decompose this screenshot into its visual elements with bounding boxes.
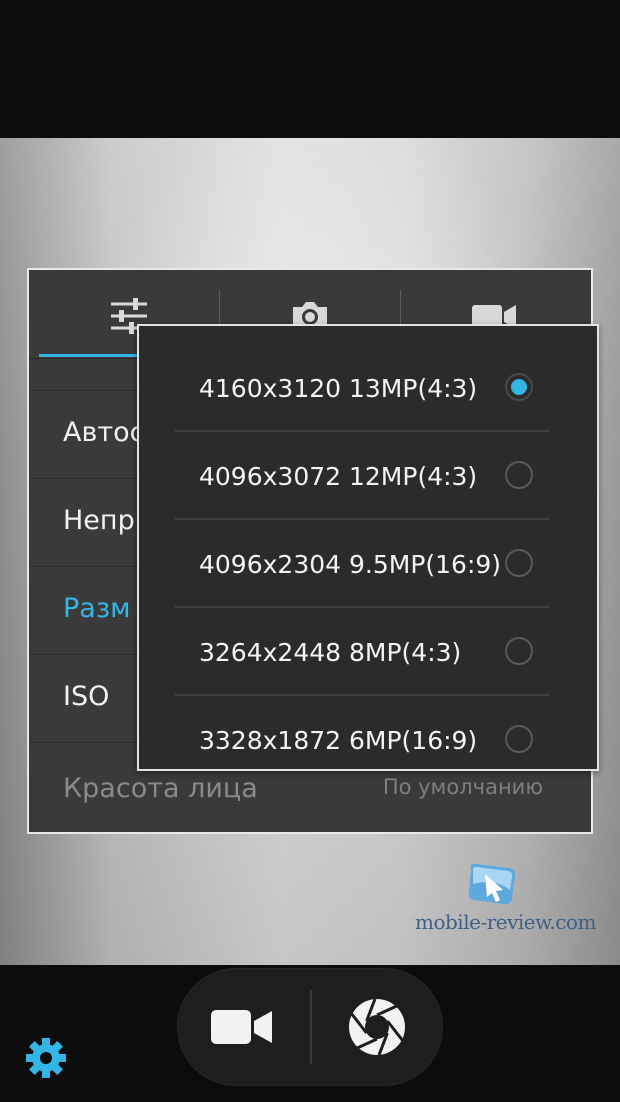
- resolution-option[interactable]: 3264x2448 8MP(4:3): [139, 608, 597, 696]
- watermark-text: mobile-review.com: [415, 910, 596, 934]
- mobile-review-logo-icon: [468, 863, 516, 905]
- shutter-button[interactable]: [312, 968, 443, 1086]
- video-camera-icon: [211, 1010, 272, 1044]
- setting-label: ISO: [63, 681, 110, 712]
- resolution-option[interactable]: 4160x3120 13MP(4:3): [139, 344, 597, 432]
- resolution-option-label: 4096x3072 12MP(4:3): [199, 462, 478, 491]
- setting-label: Красота лица: [63, 773, 258, 804]
- resolution-option-label: 3264x2448 8MP(4:3): [199, 638, 462, 667]
- record-video-button[interactable]: [177, 968, 310, 1086]
- top-bar: [0, 0, 620, 138]
- capture-controls: [177, 968, 443, 1086]
- resolution-option[interactable]: 3328x1872 6MP(16:9): [139, 696, 597, 769]
- settings-button[interactable]: [24, 1036, 68, 1080]
- radio-unselected[interactable]: [505, 637, 533, 665]
- setting-label: Непр: [63, 505, 135, 536]
- resolution-option[interactable]: 4096x3072 12MP(4:3): [139, 432, 597, 520]
- radio-unselected[interactable]: [505, 461, 533, 489]
- resolution-option-label: 3328x1872 6MP(16:9): [199, 726, 478, 755]
- resolution-option-label: 4160x3120 13MP(4:3): [199, 374, 478, 403]
- shutter-icon: [349, 998, 405, 1056]
- setting-value: По умолчанию: [382, 775, 543, 799]
- radio-selected[interactable]: [505, 373, 533, 401]
- resolution-option-label: 4096x2304 9.5MP(16:9): [199, 550, 502, 579]
- radio-unselected[interactable]: [505, 725, 533, 753]
- setting-label: Автос: [63, 417, 145, 448]
- picture-size-popup: 4160x3120 13MP(4:3) 4096x3072 12MP(4:3) …: [137, 324, 599, 771]
- radio-unselected[interactable]: [505, 549, 533, 577]
- resolution-option[interactable]: 4096x2304 9.5MP(16:9): [139, 520, 597, 608]
- setting-label: Разм: [63, 593, 131, 624]
- gear-icon: [26, 1038, 66, 1078]
